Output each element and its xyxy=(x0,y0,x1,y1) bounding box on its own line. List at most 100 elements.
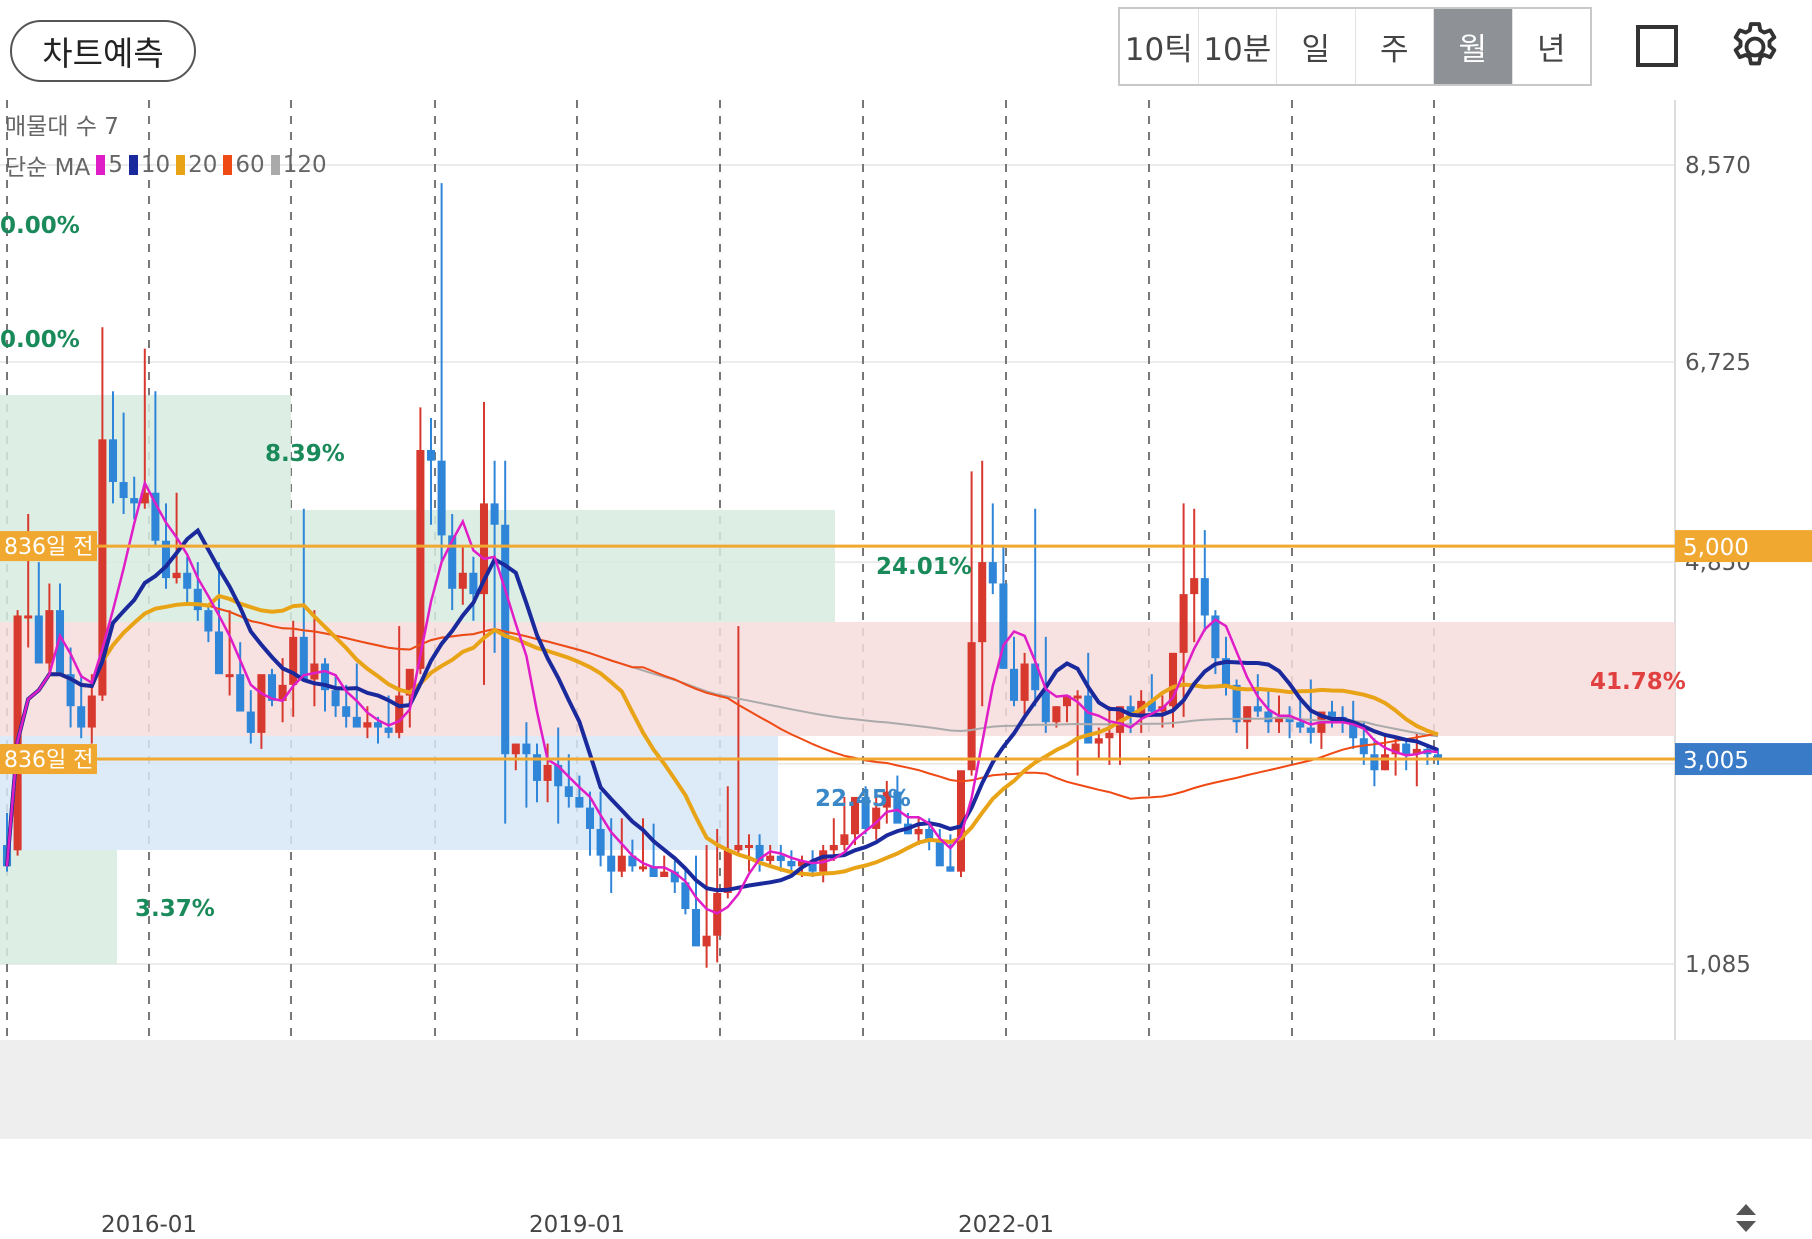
candle-body xyxy=(490,503,499,525)
period-10tick-button[interactable]: 10틱 xyxy=(1120,9,1199,84)
candle-body xyxy=(776,855,785,861)
candle-body xyxy=(1380,754,1390,771)
price-tag-label: 5,000 xyxy=(1683,535,1749,561)
candle-body xyxy=(24,615,33,619)
candle-body xyxy=(246,711,255,733)
candle-body xyxy=(1402,743,1411,755)
scroll-arrows-icon[interactable] xyxy=(1732,1202,1760,1234)
percent-label: 0.00% xyxy=(0,327,80,353)
candle-body xyxy=(384,727,393,733)
candle-body xyxy=(45,610,54,664)
ma10-swatch xyxy=(128,155,138,175)
candlestick-chart[interactable]: 836일 전836일 전8,5706,7254,8501,0855,0003,0… xyxy=(0,100,1812,1239)
candle-body xyxy=(130,498,139,504)
candle-body xyxy=(204,610,213,632)
chart-predict-button[interactable]: 차트예측 xyxy=(10,20,196,82)
ma120-label: 120 xyxy=(282,152,327,178)
fullscreen-square-icon[interactable] xyxy=(1636,25,1678,67)
percent-label: 3.37% xyxy=(135,896,215,922)
candle-body xyxy=(1020,663,1029,701)
candle-body xyxy=(829,844,838,851)
candle-body xyxy=(1253,706,1262,712)
candle-body xyxy=(458,572,467,589)
candle-body xyxy=(596,828,605,856)
candle-body xyxy=(734,844,743,851)
top-toolbar: 차트예측 10틱 10분 일 주 월 년 xyxy=(0,0,1812,100)
candle-body xyxy=(373,722,383,728)
candle-body xyxy=(119,482,128,499)
x-tick-label: 2019-01 xyxy=(529,1212,625,1238)
candle-body xyxy=(702,935,711,947)
x-axis-band xyxy=(0,1040,1812,1139)
candle-body xyxy=(342,706,351,717)
candle-body xyxy=(87,695,96,728)
candle-body xyxy=(1052,706,1061,723)
candle-body xyxy=(946,866,955,872)
y-tick-label: 6,725 xyxy=(1685,350,1751,376)
ma20-label: 20 xyxy=(188,152,218,178)
candle-body xyxy=(363,722,372,728)
volume-profile-zone xyxy=(0,736,778,850)
percent-label: 22.45% xyxy=(815,786,911,812)
ma-legend-prefix: 단순 MA xyxy=(5,155,91,181)
line-label: 836일 전 xyxy=(4,748,93,773)
candle-body xyxy=(1296,722,1305,728)
candle-body xyxy=(967,642,976,771)
candle-body xyxy=(77,706,86,728)
candle-body xyxy=(617,855,626,872)
candle-body xyxy=(257,674,266,733)
period-selector: 10틱 10분 일 주 월 년 xyxy=(1118,7,1592,86)
candle-body xyxy=(543,764,552,781)
candle-body xyxy=(469,572,478,595)
candle-body xyxy=(522,743,531,755)
candle-body xyxy=(914,828,923,835)
y-tick-label: 8,570 xyxy=(1685,153,1751,179)
candle-body xyxy=(236,674,245,712)
candle-body xyxy=(638,866,648,870)
candle-body xyxy=(352,716,361,728)
period-day-button[interactable]: 일 xyxy=(1277,9,1356,84)
candle-body xyxy=(1370,754,1379,771)
candle-body xyxy=(1041,690,1050,723)
candle-body xyxy=(193,588,202,611)
candle-body xyxy=(183,572,192,589)
gear-icon[interactable] xyxy=(1726,18,1784,76)
candle-body xyxy=(691,909,701,947)
volume-profile-zone xyxy=(0,850,117,964)
candle-body xyxy=(501,524,510,755)
period-10min-button[interactable]: 10분 xyxy=(1199,9,1277,84)
candle-body xyxy=(437,460,446,536)
candle-body xyxy=(564,786,573,797)
x-tick-label: 2016-01 xyxy=(101,1212,197,1238)
candle-body xyxy=(289,636,298,685)
ma5-label: 5 xyxy=(108,152,123,178)
volume-profile-legend: 매물대 수 7 xyxy=(5,114,119,140)
period-month-button[interactable]: 월 xyxy=(1434,9,1513,84)
period-year-button[interactable]: 년 xyxy=(1513,9,1591,84)
ma60-label: 60 xyxy=(235,152,265,178)
ma10-label: 10 xyxy=(140,152,171,178)
candle-body xyxy=(1105,732,1114,739)
percent-label: 24.01% xyxy=(876,554,972,580)
candle-body xyxy=(225,674,234,678)
candle-body xyxy=(744,844,754,848)
ma20-swatch xyxy=(176,155,186,175)
candle-body xyxy=(840,834,849,845)
candle-body xyxy=(511,743,520,755)
candle-body xyxy=(1094,738,1103,744)
candle-body xyxy=(331,690,340,707)
candle-body xyxy=(1264,711,1273,723)
candle-body xyxy=(108,439,118,483)
candle-body xyxy=(935,839,944,867)
candle-body xyxy=(978,562,987,643)
candle-body xyxy=(172,572,181,579)
period-week-button[interactable]: 주 xyxy=(1356,9,1434,84)
candle-body xyxy=(1009,668,1019,701)
ma120-swatch xyxy=(270,155,280,175)
x-tick-label: 2022-01 xyxy=(958,1212,1054,1238)
candle-body xyxy=(1190,578,1199,595)
candle-body xyxy=(988,562,997,584)
candle-body xyxy=(34,615,43,664)
candle-body xyxy=(426,450,436,461)
candle-body xyxy=(787,860,796,867)
